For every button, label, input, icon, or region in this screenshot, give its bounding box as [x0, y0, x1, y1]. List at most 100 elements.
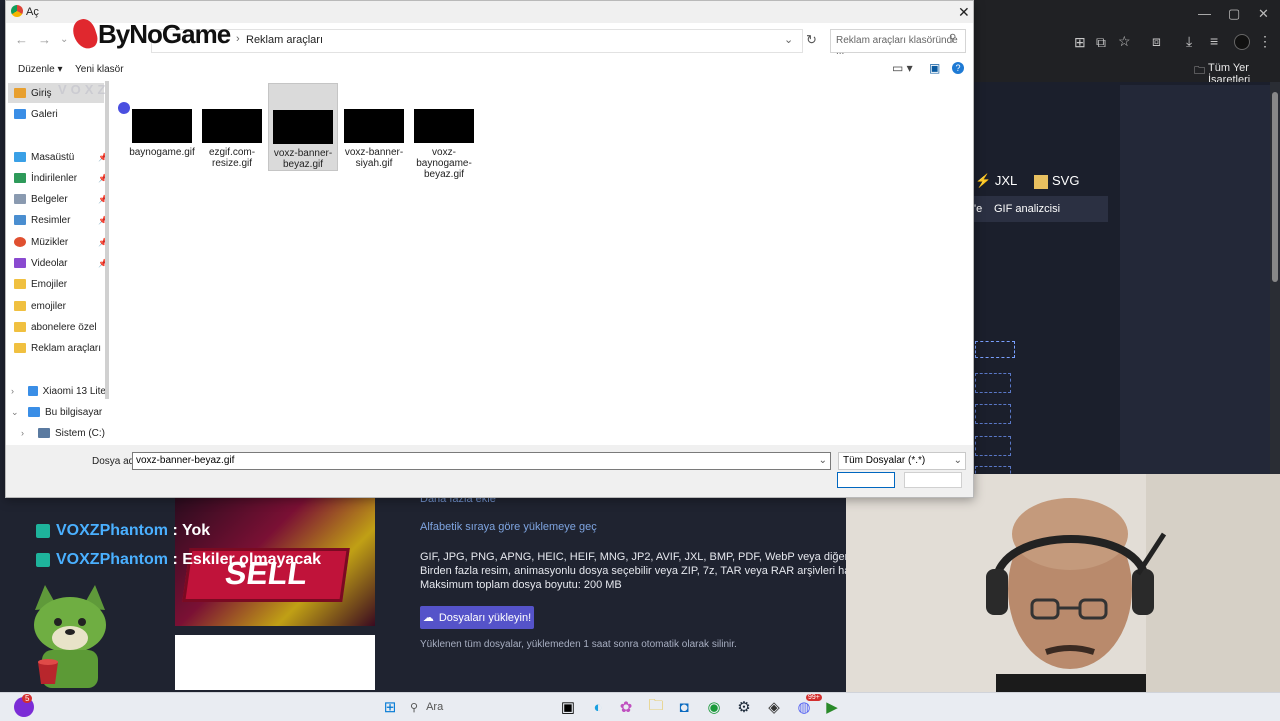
sidebar-item-emojiler[interactable]: Emojiler [14, 274, 106, 294]
view-options-icon[interactable]: ▭ ▾ [892, 61, 913, 75]
collapse-icon: ⌄ [11, 406, 19, 417]
screenshot-icon[interactable]: ⧉ [1096, 34, 1106, 51]
minimize-icon[interactable]: — [1198, 6, 1211, 21]
sidebar-item-downloads[interactable]: İndirilenler 📌 [14, 168, 108, 188]
close-icon[interactable]: ✕ [1258, 6, 1269, 22]
filetype-select[interactable]: Tüm Dosyalar (*.*) ⌄ [838, 452, 966, 470]
file-item[interactable]: baynogame.gif [128, 81, 196, 158]
close-icon[interactable]: ✕ [958, 4, 970, 21]
search-icon: ⚲ [949, 33, 957, 44]
info-text: GIF, JPG, PNG, APNG, HEIC, HEIF, MNG, JP… [420, 551, 846, 591]
drop-slot[interactable] [975, 373, 1011, 393]
navigation-pane: Giriş Galeri Masaüstü 📌 İndirilenler 📌 Bel… [6, 81, 108, 443]
streamer-webcam-icon [846, 474, 1280, 696]
sidebar-item-system-c[interactable]: › Sistem (C:) [14, 423, 106, 443]
sidebar-item-gallery[interactable]: Galeri [14, 104, 106, 124]
back-icon[interactable]: ← [15, 32, 28, 47]
format-svg[interactable]: SVG [1052, 173, 1079, 188]
folder-search-input[interactable]: Reklam araçları klasöründe ... ⚲ [830, 29, 966, 57]
blank-panel [175, 635, 375, 690]
filename-input[interactable]: voxz-banner-beyaz.gif ⌄ [132, 452, 831, 470]
sidebar-item-reklam-araclari[interactable]: Reklam araçları [14, 338, 106, 358]
folder-icon: 🗀 [1194, 65, 1205, 77]
edge-icon[interactable]: ◐ [586, 695, 610, 719]
file-item[interactable]: ezgif.com-resize.gif [198, 81, 266, 169]
auto-delete-note: Yüklenen tüm dosyalar, yüklemeden 1 saat… [420, 639, 737, 650]
tab-label: GIF analizcisi [994, 203, 1061, 215]
address-bar[interactable]: › Reklam araçları ⌄ [151, 29, 803, 53]
app-icon[interactable]: ◈ [762, 695, 786, 719]
sidebar-item-emojiler-lower[interactable]: emojiler [14, 296, 106, 316]
webcam-feed [846, 474, 1280, 696]
tab-gif-analyzer[interactable]: 'e GIF analizcisi [972, 196, 1108, 222]
organize-button[interactable]: Düzenle ▾ [18, 64, 63, 75]
open-button[interactable] [837, 472, 895, 488]
help-icon[interactable]: ? [952, 62, 964, 74]
sidebar-item-music[interactable]: Müzikler 📌 [14, 232, 108, 252]
chat-badge-icon [36, 523, 50, 538]
format-list: ⚡ JXL SVG [975, 173, 1080, 189]
maximize-icon[interactable]: ▢ [1228, 6, 1240, 22]
breadcrumb-separator-icon: › [236, 33, 240, 45]
upload-files-button[interactable]: ☁ Dosyaları yükleyin! [420, 606, 534, 629]
breadcrumb-current[interactable]: Reklam araçları [246, 34, 323, 46]
format-jxl[interactable]: JXL [995, 173, 1017, 188]
file-thumbnail [344, 109, 404, 143]
sidebar-item-pictures[interactable]: Resimler 📌 [14, 210, 108, 230]
taskbar-search[interactable]: ⚲ Ara [404, 696, 554, 718]
dialog-bottom-bar: Dosya adı: voxz-banner-beyaz.gif ⌄ Tüm D… [6, 445, 973, 497]
chevron-down-icon[interactable]: ⌄ [784, 33, 793, 46]
preview-pane-icon[interactable]: ▣ [929, 61, 940, 75]
avatar[interactable] [1234, 34, 1250, 50]
recent-locations-icon[interactable]: ⌄ [60, 34, 68, 45]
sidebar-item-desktop[interactable]: Masaüstü 📌 [14, 147, 108, 167]
forward-icon[interactable]: → [38, 32, 51, 47]
file-explorer-icon[interactable]: 🗀 [644, 695, 668, 719]
sidebar-item-videos[interactable]: Videolar 📌 [14, 253, 108, 273]
chevron-down-icon: ⌄ [818, 455, 827, 466]
file-item-selected[interactable]: voxz-banner-beyaz.gif [268, 83, 338, 171]
download-icon[interactable]: ⤓ [1186, 33, 1192, 50]
cloud-upload-icon: ☁ [422, 612, 434, 624]
extensions-icon[interactable]: ⧈ [1152, 33, 1161, 50]
file-item[interactable]: voxz-banner-siyah.gif [340, 81, 408, 169]
expand-icon: › [11, 386, 14, 396]
dialog-title: Aç [26, 6, 39, 18]
copilot-icon[interactable]: ✿ [614, 695, 638, 719]
scrollbar-thumb[interactable] [1272, 92, 1278, 282]
dialog-toolbar: Düzenle ▾ Yeni klasör ▭ ▾ ▣ ? [6, 59, 973, 79]
new-folder-button[interactable]: Yeni klasör [75, 64, 124, 75]
cancel-button[interactable] [904, 472, 962, 488]
sidebar-item-this-pc[interactable]: ⌄ Bu bilgisayar [11, 402, 106, 422]
sidebar-scrollbar[interactable] [105, 81, 109, 399]
chrome-icon[interactable]: ◉ [702, 695, 726, 719]
file-item[interactable]: voxz-baynogame-beyaz.gif [410, 81, 478, 180]
sidebar-item-abonelere-ozel[interactable]: abonelere özel [14, 317, 106, 337]
drop-slot[interactable] [975, 341, 1015, 358]
reading-list-icon[interactable]: ≡ [1210, 33, 1218, 49]
chat-message: VOXZPhantom : Eskiler olmayacak [36, 551, 321, 569]
overlay-ghost-text: VOXZ [58, 82, 110, 97]
bookmarks-bar: 🗀 Tüm Yer İşaretleri [972, 56, 1280, 86]
sidebar-item-documents[interactable]: Belgeler 📌 [14, 189, 108, 209]
sidebar-item-xiaomi[interactable]: › Xiaomi 13 Lite [11, 381, 106, 401]
file-thumbnail [414, 109, 474, 143]
sort-alphabetically-link[interactable]: Alfabetik sıraya göre yüklemeye geç [420, 521, 597, 533]
drop-slot[interactable] [975, 404, 1011, 424]
cursor-dot [118, 102, 130, 114]
steam-icon[interactable]: ⚙ [732, 695, 756, 719]
file-thumbnail [132, 109, 192, 143]
refresh-icon[interactable]: ↻ [806, 32, 817, 48]
file-list: baynogame.gif ezgif.com-resize.gif voxz-… [114, 81, 973, 443]
start-icon[interactable]: ⊞ [378, 695, 402, 719]
translate-icon[interactable]: ⊞ [1074, 34, 1086, 51]
menu-icon[interactable]: ⋮ [1258, 33, 1272, 50]
file-thumbnail [202, 109, 262, 143]
task-view-icon[interactable]: ▣ [556, 695, 580, 719]
file-open-dialog: Aç ✕ ← → ⌄ › Reklam araçları ⌄ ↻ Reklam … [5, 0, 974, 498]
media-player-icon[interactable]: ▶ [820, 695, 844, 719]
store-icon[interactable]: ◘ [672, 695, 696, 719]
drop-slot[interactable] [975, 436, 1011, 456]
bookmark-star-icon[interactable]: ☆ [1118, 33, 1131, 50]
chevron-down-icon: ⌄ [953, 455, 962, 466]
